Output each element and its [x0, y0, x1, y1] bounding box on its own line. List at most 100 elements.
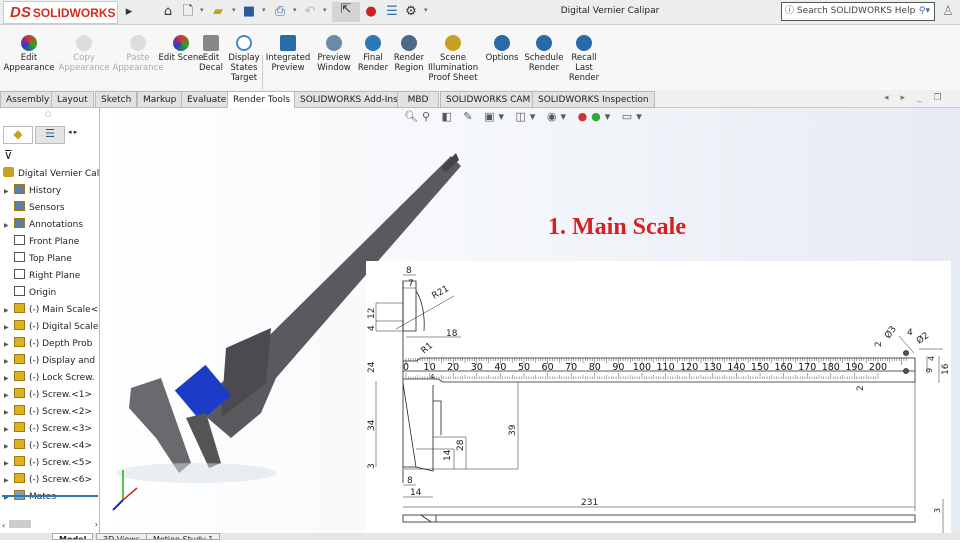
schedule-render-icon [536, 35, 552, 51]
rebuild-traffic-light-icon[interactable]: ● [363, 4, 379, 20]
window-controls[interactable]: ◂▸_❐ [884, 93, 954, 103]
expand-arrow-icon[interactable]: ▶ [4, 353, 14, 370]
chevron-down-icon[interactable]: ▾ [232, 6, 236, 14]
tab-scroll-arrows[interactable]: ◂ ▸ [68, 128, 77, 136]
tree-item[interactable]: Front Plane [4, 234, 100, 251]
schedule-render-button[interactable]: Schedule Render [523, 35, 565, 73]
chevron-down-icon[interactable]: ▾ [200, 6, 204, 14]
expand-arrow-icon[interactable]: ▶ [4, 438, 14, 455]
scale-label: 180 [822, 362, 840, 373]
tree-item[interactable]: ▶ History [4, 183, 100, 200]
rollback-bar[interactable] [2, 495, 98, 497]
final-render-button[interactable]: Final Render [355, 35, 391, 73]
tree-item[interactable]: ▶ (-) Screw.<2> [4, 404, 100, 421]
expand-arrow-icon[interactable]: ▶ [4, 319, 14, 336]
expand-arrow-icon[interactable]: ▶ [4, 455, 14, 472]
property-manager-tab-icon[interactable]: ☰ [35, 126, 65, 144]
file-properties-icon[interactable]: ☰ [384, 4, 400, 20]
tree-item[interactable]: ▶ (-) Screw.<5> [4, 455, 100, 472]
feature-manager-tab-icon[interactable]: ◆ [3, 126, 33, 144]
tree-item[interactable]: Sensors [4, 200, 100, 217]
undo-icon[interactable]: ↶ [302, 4, 318, 20]
tree-item[interactable]: Origin [4, 285, 100, 302]
edit-decal-button[interactable]: Edit Decal [196, 35, 226, 73]
tree-item[interactable]: ▶ (-) Digital Scale [4, 319, 100, 336]
tab-render-tools[interactable]: Render Tools [227, 91, 297, 108]
scale-label: 0 [403, 362, 409, 373]
tab-mbd[interactable]: MBD [397, 91, 439, 108]
expand-arrow-icon[interactable]: ▶ [4, 370, 14, 387]
preview-window-button[interactable]: Preview Window [314, 35, 354, 73]
part-icon [14, 456, 25, 466]
tree-item[interactable]: ▶ (-) Screw.<1> [4, 387, 100, 404]
tab-layout[interactable]: Layout [51, 91, 94, 108]
expand-arrow-icon[interactable]: ▶ [4, 489, 14, 506]
dim-34: 34 [367, 419, 377, 431]
tree-item[interactable]: ▶ (-) Display and [4, 353, 100, 370]
tab-assembly[interactable]: Assembly [0, 91, 56, 108]
tab-solidworks-cam[interactable]: SOLIDWORKS CAM [440, 91, 537, 108]
expand-arrow-icon[interactable]: ▶ [4, 472, 14, 489]
integrated-preview-button[interactable]: Integrated Preview [263, 35, 313, 73]
expand-arrow-icon[interactable]: ▶ [4, 217, 14, 234]
tree-root[interactable]: Digital Vernier Calipar [3, 166, 99, 183]
feature-icon [14, 201, 25, 211]
scale-label: 200 [869, 362, 887, 373]
home-icon[interactable]: ⌂ [160, 4, 176, 20]
dim-4-right: 4 [927, 356, 936, 361]
tree-item[interactable]: ▶ (-) Screw.<6> [4, 472, 100, 489]
dim-8-bottom: 8 [407, 476, 413, 486]
tab-solidworks-inspection[interactable]: SOLIDWORKS Inspection [532, 91, 655, 108]
chevron-down-icon[interactable]: ▾ [323, 6, 327, 14]
new-document-icon[interactable]: 🗋 [180, 4, 196, 20]
tree-item[interactable]: ▶ (-) Screw.<4> [4, 438, 100, 455]
tree-item[interactable]: ▶ (-) Depth Prob [4, 336, 100, 353]
search-input[interactable]: ⓘ Search SOLIDWORKS Help ⚲▾ [781, 2, 935, 21]
chevron-down-icon[interactable]: ▾ [424, 6, 428, 14]
horizontal-scrollbar[interactable]: ‹ › [2, 520, 98, 530]
tab-markup[interactable]: Markup [137, 91, 183, 108]
chevron-down-icon[interactable]: ▾ [262, 6, 266, 14]
expand-menu-icon[interactable]: ▸ [121, 4, 137, 20]
expand-arrow-icon[interactable]: ▶ [4, 302, 14, 319]
render-region-button[interactable]: Render Region [392, 35, 426, 73]
tree-item[interactable]: Right Plane [4, 268, 100, 285]
tab-3d-views[interactable]: 3D Views [96, 533, 147, 540]
filter-icon[interactable]: ⊽ [4, 148, 13, 162]
panel-grip-icon[interactable]: ○ [45, 110, 51, 118]
copy-appearance-button[interactable]: Copy Appearance [56, 35, 112, 73]
recall-last-render-button[interactable]: Recall Last Render [566, 35, 602, 83]
display-states-target-button[interactable]: Display States Target [228, 35, 260, 83]
tab-evaluate[interactable]: Evaluate [181, 91, 233, 108]
gear-icon[interactable]: ⚙ [403, 4, 419, 20]
dim-14: 14 [443, 449, 453, 461]
scene-illumination-proof-sheet-button[interactable]: Scene Illumination Proof Sheet [428, 35, 478, 83]
dim-28: 28 [456, 439, 466, 451]
expand-arrow-icon[interactable]: ▶ [4, 421, 14, 438]
save-icon[interactable]: ■ [241, 4, 257, 20]
tree-item[interactable]: Top Plane [4, 251, 100, 268]
tree-item[interactable]: ▶ (-) Lock Screw. [4, 370, 100, 387]
tree-item[interactable]: ▶ Mates [4, 489, 100, 506]
tab-motion-study-1[interactable]: Motion Study 1 [146, 533, 221, 540]
options-button[interactable]: Options [483, 35, 521, 63]
open-folder-icon[interactable]: ▰ [210, 4, 226, 20]
user-icon[interactable]: ♙ [940, 4, 956, 20]
tree-item[interactable]: ▶ (-) Main Scale< [4, 302, 100, 319]
select-icon[interactable]: ⇱ [332, 2, 360, 22]
print-icon[interactable]: ⎙ [272, 4, 288, 20]
edit-appearance-button[interactable]: Edit Appearance [1, 35, 57, 73]
expand-arrow-icon[interactable]: ▶ [4, 183, 14, 200]
tab-solidworks-add-ins[interactable]: SOLIDWORKS Add-Ins [294, 91, 404, 108]
expand-arrow-icon[interactable]: ▶ [4, 404, 14, 421]
expand-arrow-icon[interactable]: ▶ [4, 336, 14, 353]
tab-sketch[interactable]: Sketch [95, 91, 138, 108]
tab-model[interactable]: Model [52, 533, 94, 540]
tree-item[interactable]: ▶ (-) Screw.<3> [4, 421, 100, 438]
tree-item[interactable]: ▶ Annotations [4, 217, 100, 234]
expand-arrow-icon[interactable]: ▶ [4, 387, 14, 404]
search-icon[interactable]: ⚲▾ [919, 3, 930, 20]
solidworks-logo[interactable]: DS SOLIDWORKS [3, 1, 118, 24]
chevron-down-icon[interactable]: ▾ [293, 6, 297, 14]
assembly-icon [3, 167, 14, 177]
